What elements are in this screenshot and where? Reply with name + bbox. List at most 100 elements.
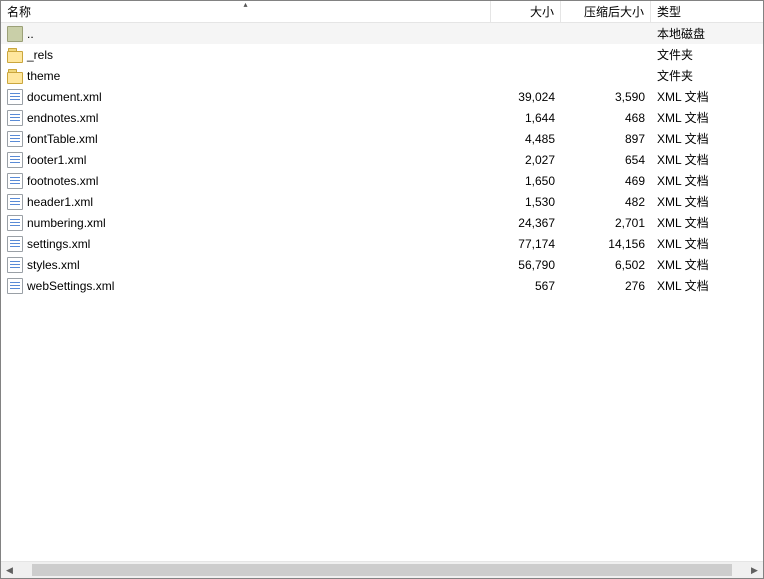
column-header-name[interactable]: 名称 ▴: [1, 1, 491, 22]
folder-icon: [7, 47, 23, 63]
table-row[interactable]: footer1.xml 2,027654XML 文档: [1, 149, 763, 170]
xml-file-icon: [7, 194, 23, 210]
cell-compressed-size: 897: [561, 132, 651, 146]
cell-compressed-size: 654: [561, 153, 651, 167]
xml-file-icon: [7, 236, 23, 252]
xml-file-icon: [7, 131, 23, 147]
cell-type: 文件夹: [651, 46, 763, 63]
cell-compressed-size: 468: [561, 111, 651, 125]
table-row[interactable]: .. 本地磁盘: [1, 23, 763, 44]
cell-type: XML 文档: [651, 109, 763, 126]
file-name: webSettings.xml: [27, 279, 114, 293]
scroll-thumb[interactable]: [32, 564, 732, 576]
column-header-size-label: 大小: [530, 3, 554, 20]
cell-name: header1.xml: [1, 194, 491, 210]
table-row[interactable]: endnotes.xml 1,644468XML 文档: [1, 107, 763, 128]
file-rows: .. 本地磁盘 _rels 文件夹 theme文件夹 document.xml 39,024…: [1, 23, 763, 296]
table-row[interactable]: styles.xml56,7906,502XML 文档: [1, 254, 763, 275]
table-row[interactable]: webSettings.xml 567276XML 文档: [1, 275, 763, 296]
content-area: 名称 ▴ 大小 压缩后大小 类型 ..本地磁盘_rels文件夹theme文件夹d…: [1, 1, 763, 561]
table-row[interactable]: _rels 文件夹: [1, 44, 763, 65]
cell-size: 39,024: [491, 90, 561, 104]
cell-name: footnotes.xml: [1, 173, 491, 189]
file-name: _rels: [27, 48, 53, 62]
cell-type: XML 文档: [651, 193, 763, 210]
cell-type: 本地磁盘: [651, 25, 763, 42]
folder-icon: [7, 68, 23, 84]
cell-size: 77,174: [491, 237, 561, 251]
cell-name: numbering.xml: [1, 215, 491, 231]
scroll-left-button[interactable]: ◀: [1, 562, 18, 578]
cell-compressed-size: 6,502: [561, 258, 651, 272]
cell-compressed-size: 469: [561, 174, 651, 188]
file-list-pane: 名称 ▴ 大小 压缩后大小 类型 ..本地磁盘_rels文件夹theme文件夹d…: [0, 0, 764, 579]
cell-name: styles.xml: [1, 257, 491, 273]
column-header-type-label: 类型: [657, 3, 681, 20]
cell-name: footer1.xml: [1, 152, 491, 168]
scroll-track[interactable]: [18, 562, 746, 578]
file-name: endnotes.xml: [27, 111, 98, 125]
xml-file-icon: [7, 278, 23, 294]
disk-icon: [7, 26, 23, 42]
cell-size: 56,790: [491, 258, 561, 272]
scroll-right-button[interactable]: ▶: [746, 562, 763, 578]
table-row[interactable]: header1.xml 1,530482XML 文档: [1, 191, 763, 212]
xml-file-icon: [7, 257, 23, 273]
table-row[interactable]: settings.xml 77,17414,156XML 文档: [1, 233, 763, 254]
cell-type: XML 文档: [651, 172, 763, 189]
column-header-compressed-size-label: 压缩后大小: [584, 3, 644, 20]
cell-type: XML 文档: [651, 130, 763, 147]
column-header-name-label: 名称: [7, 3, 31, 20]
cell-size: 1,530: [491, 195, 561, 209]
horizontal-scrollbar[interactable]: ◀ ▶: [1, 561, 763, 578]
cell-type: XML 文档: [651, 151, 763, 168]
cell-compressed-size: 482: [561, 195, 651, 209]
table-row[interactable]: footnotes.xml 1,650469XML 文档: [1, 170, 763, 191]
cell-compressed-size: 276: [561, 279, 651, 293]
xml-file-icon: [7, 173, 23, 189]
table-row[interactable]: theme文件夹: [1, 65, 763, 86]
column-header-size[interactable]: 大小: [491, 1, 561, 22]
cell-name: fontTable.xml: [1, 131, 491, 147]
file-name: settings.xml: [27, 237, 90, 251]
file-name: header1.xml: [27, 195, 93, 209]
file-name: theme: [27, 69, 60, 83]
file-name: fontTable.xml: [27, 132, 98, 146]
cell-type: XML 文档: [651, 277, 763, 294]
cell-type: XML 文档: [651, 235, 763, 252]
cell-name: endnotes.xml: [1, 110, 491, 126]
cell-name: document.xml: [1, 89, 491, 105]
file-name: styles.xml: [27, 258, 80, 272]
column-header-type[interactable]: 类型: [651, 1, 763, 22]
file-name: footer1.xml: [27, 153, 86, 167]
cell-name: settings.xml: [1, 236, 491, 252]
cell-compressed-size: 14,156: [561, 237, 651, 251]
chevron-left-icon: ◀: [6, 565, 13, 576]
table-row[interactable]: document.xml 39,0243,590XML 文档: [1, 86, 763, 107]
table-row[interactable]: fontTable.xml 4,485897XML 文档: [1, 128, 763, 149]
file-name: numbering.xml: [27, 216, 106, 230]
xml-file-icon: [7, 152, 23, 168]
file-name: footnotes.xml: [27, 174, 98, 188]
file-name: document.xml: [27, 90, 102, 104]
cell-name: theme: [1, 68, 491, 84]
column-header-compressed-size[interactable]: 压缩后大小: [561, 1, 651, 22]
file-name: ..: [27, 27, 34, 41]
cell-compressed-size: 3,590: [561, 90, 651, 104]
cell-size: 1,650: [491, 174, 561, 188]
cell-type: XML 文档: [651, 214, 763, 231]
xml-file-icon: [7, 215, 23, 231]
table-row[interactable]: numbering.xml24,3672,701XML 文档: [1, 212, 763, 233]
cell-type: XML 文档: [651, 88, 763, 105]
cell-size: 24,367: [491, 216, 561, 230]
xml-file-icon: [7, 89, 23, 105]
column-header-row: 名称 ▴ 大小 压缩后大小 类型: [1, 1, 763, 23]
cell-name: webSettings.xml: [1, 278, 491, 294]
xml-file-icon: [7, 110, 23, 126]
chevron-right-icon: ▶: [751, 565, 758, 576]
cell-size: 2,027: [491, 153, 561, 167]
cell-size: 4,485: [491, 132, 561, 146]
sort-indicator-icon: ▴: [243, 1, 247, 9]
cell-size: 567: [491, 279, 561, 293]
cell-size: 1,644: [491, 111, 561, 125]
